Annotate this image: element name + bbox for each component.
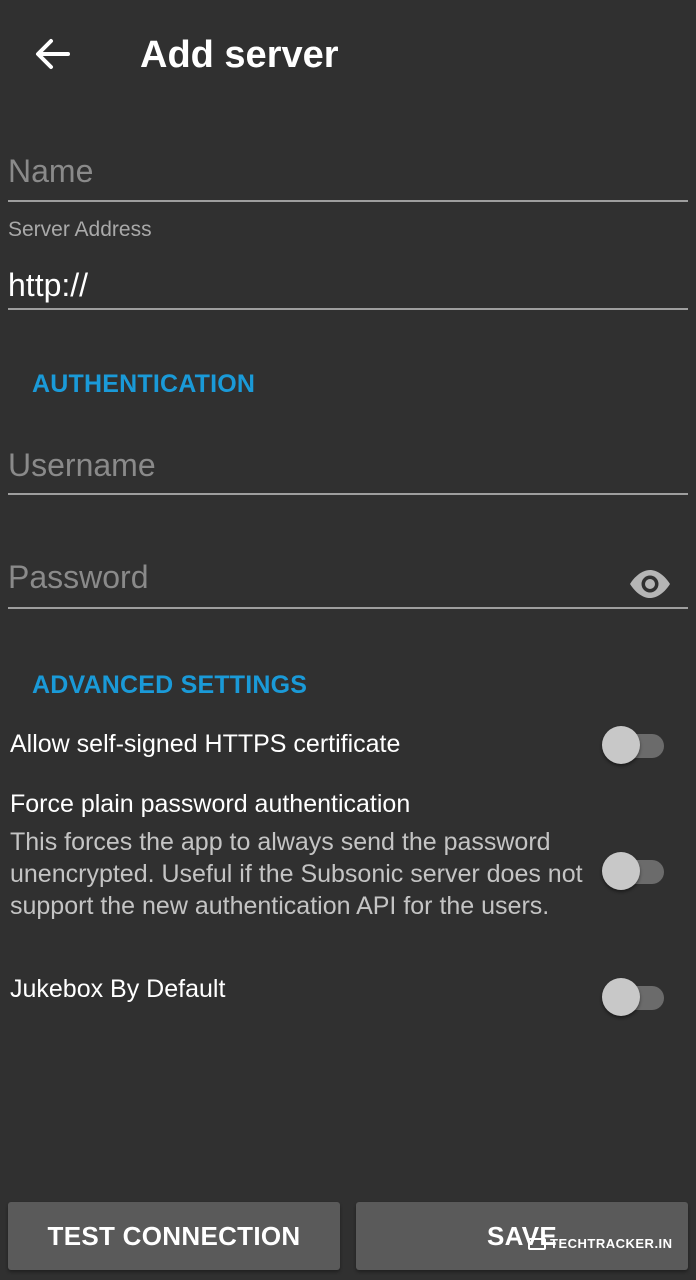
server-address-label: Server Address	[8, 218, 152, 241]
server-address-input[interactable]	[8, 262, 688, 308]
switch-thumb	[602, 852, 640, 890]
password-input[interactable]	[8, 554, 608, 600]
plain-password-summary: This forces the app to always send the p…	[10, 828, 583, 920]
plain-password-label: Force plain password authentication	[10, 790, 411, 818]
username-input[interactable]	[8, 442, 688, 488]
server-address-field-container: Server Address	[8, 218, 688, 314]
name-input[interactable]	[8, 148, 688, 194]
username-underline	[8, 493, 688, 495]
watermark-text: TECHTRACKER.IN	[550, 1236, 673, 1251]
switch-thumb	[602, 978, 640, 1016]
jukebox-default-switch[interactable]	[600, 974, 668, 1018]
eye-icon	[630, 570, 670, 598]
switch-thumb	[602, 726, 640, 764]
watermark: TECHTRACKER.IN	[528, 1236, 673, 1251]
back-button[interactable]	[22, 28, 82, 80]
username-field-container	[8, 434, 688, 498]
name-field-container	[8, 140, 688, 204]
name-underline	[8, 200, 688, 202]
self-signed-https-label: Allow self-signed HTTPS certificate	[10, 730, 401, 758]
authentication-section-title: AUTHENTICATION	[32, 370, 256, 398]
advanced-settings-section-title: ADVANCED SETTINGS	[32, 671, 308, 699]
plain-password-switch[interactable]	[600, 848, 668, 892]
password-visibility-toggle[interactable]	[628, 562, 672, 606]
server-address-underline	[8, 308, 688, 310]
test-connection-button[interactable]: TEST CONNECTION	[8, 1202, 340, 1270]
watermark-logo-icon	[528, 1237, 546, 1250]
arrow-left-icon	[36, 39, 70, 69]
password-field-container	[8, 546, 688, 612]
jukebox-default-label: Jukebox By Default	[10, 975, 226, 1003]
page-title: Add server	[140, 34, 339, 76]
add-server-screen: Add server Server Address AUTHENTICATION…	[0, 0, 696, 1280]
password-underline	[8, 607, 688, 609]
self-signed-https-switch[interactable]	[600, 722, 668, 766]
toolbar: Add server	[0, 0, 696, 112]
